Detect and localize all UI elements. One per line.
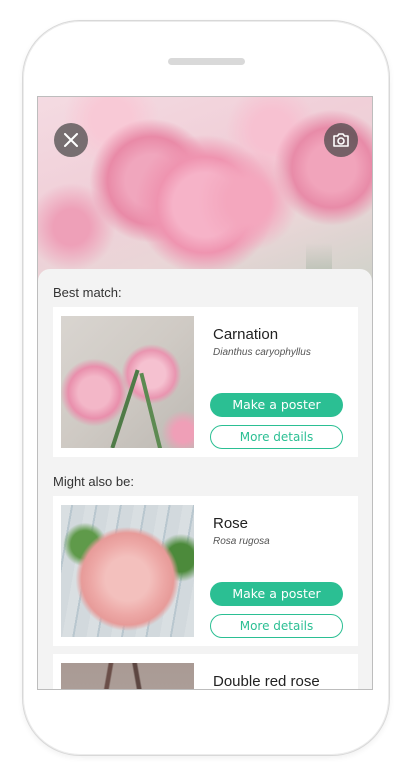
camera-icon	[333, 133, 349, 147]
phone-speaker	[168, 58, 245, 65]
flower-name: Rose	[213, 515, 249, 532]
carnation-thumbnail	[61, 316, 194, 448]
might-also-be-label: Might also be:	[53, 474, 134, 489]
hero-photo	[38, 97, 372, 283]
close-button[interactable]	[54, 123, 88, 157]
camera-button[interactable]	[324, 123, 358, 157]
alternative-card-double-red-rose[interactable]: Double red rose	[53, 654, 358, 690]
make-poster-button[interactable]: Make a poster	[210, 393, 343, 417]
more-details-button[interactable]: More details	[210, 425, 343, 449]
flower-name: Double red rose	[213, 673, 320, 690]
alternative-card-rose[interactable]: Rose Rosa rugosa Make a poster More deta…	[53, 496, 358, 646]
best-match-card[interactable]: Carnation Dianthus caryophyllus Make a p…	[53, 307, 358, 457]
flower-latin-name: Rosa rugosa	[213, 536, 270, 547]
double-red-rose-thumbnail	[61, 663, 194, 689]
best-match-label: Best match:	[53, 285, 122, 300]
rose-thumbnail	[61, 505, 194, 637]
results-sheet: Best match: Carnation Dianthus caryophyl…	[38, 269, 372, 690]
app-screen: Best match: Carnation Dianthus caryophyl…	[37, 96, 373, 690]
make-poster-button[interactable]: Make a poster	[210, 582, 343, 606]
flower-name: Carnation	[213, 326, 279, 343]
close-icon	[64, 133, 78, 147]
flower-latin-name: Dianthus caryophyllus	[213, 347, 311, 358]
more-details-button[interactable]: More details	[210, 614, 343, 638]
